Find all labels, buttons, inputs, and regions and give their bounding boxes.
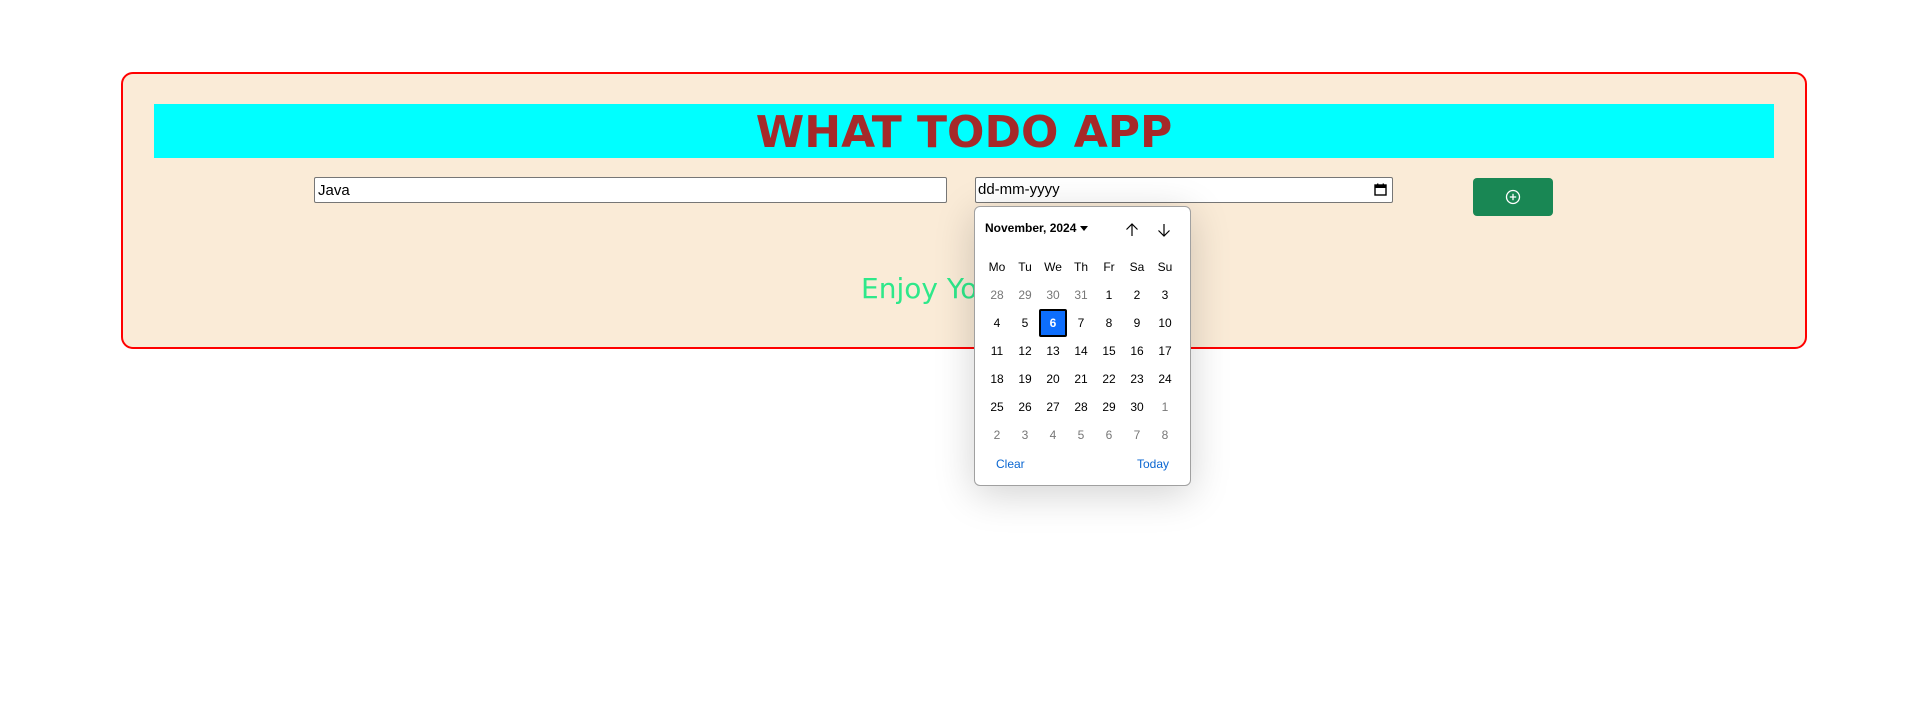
calendar-day[interactable]: 22 (1095, 365, 1123, 393)
calendar-day[interactable]: 3 (1151, 281, 1179, 309)
date-placeholder: dd-mm-yyyy (978, 181, 1060, 198)
calendar-day[interactable]: 29 (1095, 393, 1123, 421)
calendar-day[interactable]: 25 (983, 393, 1011, 421)
month-year-selector[interactable]: November, 2024 (985, 221, 1089, 235)
weekday-header: Mo (988, 260, 1006, 274)
todo-date-input[interactable]: dd-mm-yyyy (975, 177, 1393, 203)
calendar-day[interactable]: 26 (1011, 393, 1039, 421)
clear-date-button[interactable]: Clear (996, 457, 1025, 471)
calendar-day[interactable]: 5 (1067, 421, 1095, 449)
caret-down-icon (1080, 225, 1089, 231)
calendar-day[interactable]: 15 (1095, 337, 1123, 365)
month-year-label: November, 2024 (985, 221, 1077, 235)
calendar-day[interactable]: 13 (1039, 337, 1067, 365)
weekday-header: Tu (1018, 260, 1032, 274)
calendar-day[interactable]: 12 (1011, 337, 1039, 365)
plus-circle-icon (1505, 189, 1521, 205)
weekday-header: Su (1157, 260, 1173, 274)
weekday-header: Th (1073, 260, 1088, 274)
calendar-day[interactable]: 6 (1095, 421, 1123, 449)
calendar-day[interactable]: 14 (1067, 337, 1095, 365)
calendar-day[interactable]: 8 (1095, 309, 1123, 337)
next-month-button[interactable] (1153, 219, 1175, 241)
weekday-header: Sa (1129, 260, 1145, 274)
calendar-day[interactable]: 17 (1151, 337, 1179, 365)
weekday-header: Fr (1103, 260, 1115, 274)
calendar-day[interactable]: 9 (1123, 309, 1151, 337)
calendar-day[interactable]: 3 (1011, 421, 1039, 449)
calendar-day[interactable]: 29 (1011, 281, 1039, 309)
arrow-down-icon (1158, 224, 1170, 237)
calendar-day[interactable]: 5 (1011, 309, 1039, 337)
calendar-day[interactable]: 30 (1039, 281, 1067, 309)
calendar-day[interactable]: 19 (1011, 365, 1039, 393)
calendar-day[interactable]: 8 (1151, 421, 1179, 449)
arrow-up-icon (1126, 223, 1138, 236)
calendar-day[interactable]: 2 (983, 421, 1011, 449)
calendar-day[interactable]: 23 (1123, 365, 1151, 393)
calendar-day[interactable]: 27 (1039, 393, 1067, 421)
calendar-day[interactable]: 31 (1067, 281, 1095, 309)
previous-month-button[interactable] (1121, 219, 1143, 241)
calendar-day[interactable]: 1 (1095, 281, 1123, 309)
date-picker-popup: November, 2024 Mo Tu We Th Fr Sa Su 28 29… (974, 206, 1191, 486)
calendar-day[interactable]: 18 (983, 365, 1011, 393)
calendar-day[interactable]: 24 (1151, 365, 1179, 393)
calendar-day[interactable]: 4 (983, 309, 1011, 337)
add-todo-button[interactable] (1473, 178, 1553, 216)
calendar-day[interactable]: 28 (1067, 393, 1095, 421)
today-button[interactable]: Today (1137, 457, 1169, 471)
calendar-day[interactable]: 7 (1067, 309, 1095, 337)
weekday-header: We (1044, 260, 1062, 274)
calendar-day[interactable]: 2 (1123, 281, 1151, 309)
calendar-day[interactable]: 10 (1151, 309, 1179, 337)
enjoy-message: Enjoy Yo (861, 272, 978, 305)
calendar-day[interactable]: 16 (1123, 337, 1151, 365)
calendar-day[interactable]: 20 (1039, 365, 1067, 393)
calendar-day[interactable]: 28 (983, 281, 1011, 309)
todo-name-input[interactable] (314, 177, 947, 203)
calendar-day-selected[interactable]: 6 (1039, 309, 1067, 337)
calendar-day[interactable]: 7 (1123, 421, 1151, 449)
todo-app-card: WHAT TODO APP dd-mm-yyyy Enjoy Yo (121, 72, 1807, 349)
calendar-day[interactable]: 4 (1039, 421, 1067, 449)
calendar-icon[interactable] (1374, 183, 1387, 196)
calendar-grid: Mo Tu We Th Fr Sa Su 28 29 30 31 1 2 3 4 5 6 7 8 9 10… (983, 253, 1179, 449)
app-header: WHAT TODO APP (154, 104, 1774, 158)
calendar-day[interactable]: 30 (1123, 393, 1151, 421)
calendar-day[interactable]: 21 (1067, 365, 1095, 393)
calendar-day[interactable]: 11 (983, 337, 1011, 365)
calendar-day[interactable]: 1 (1151, 393, 1179, 421)
app-title: WHAT TODO APP (755, 107, 1173, 158)
